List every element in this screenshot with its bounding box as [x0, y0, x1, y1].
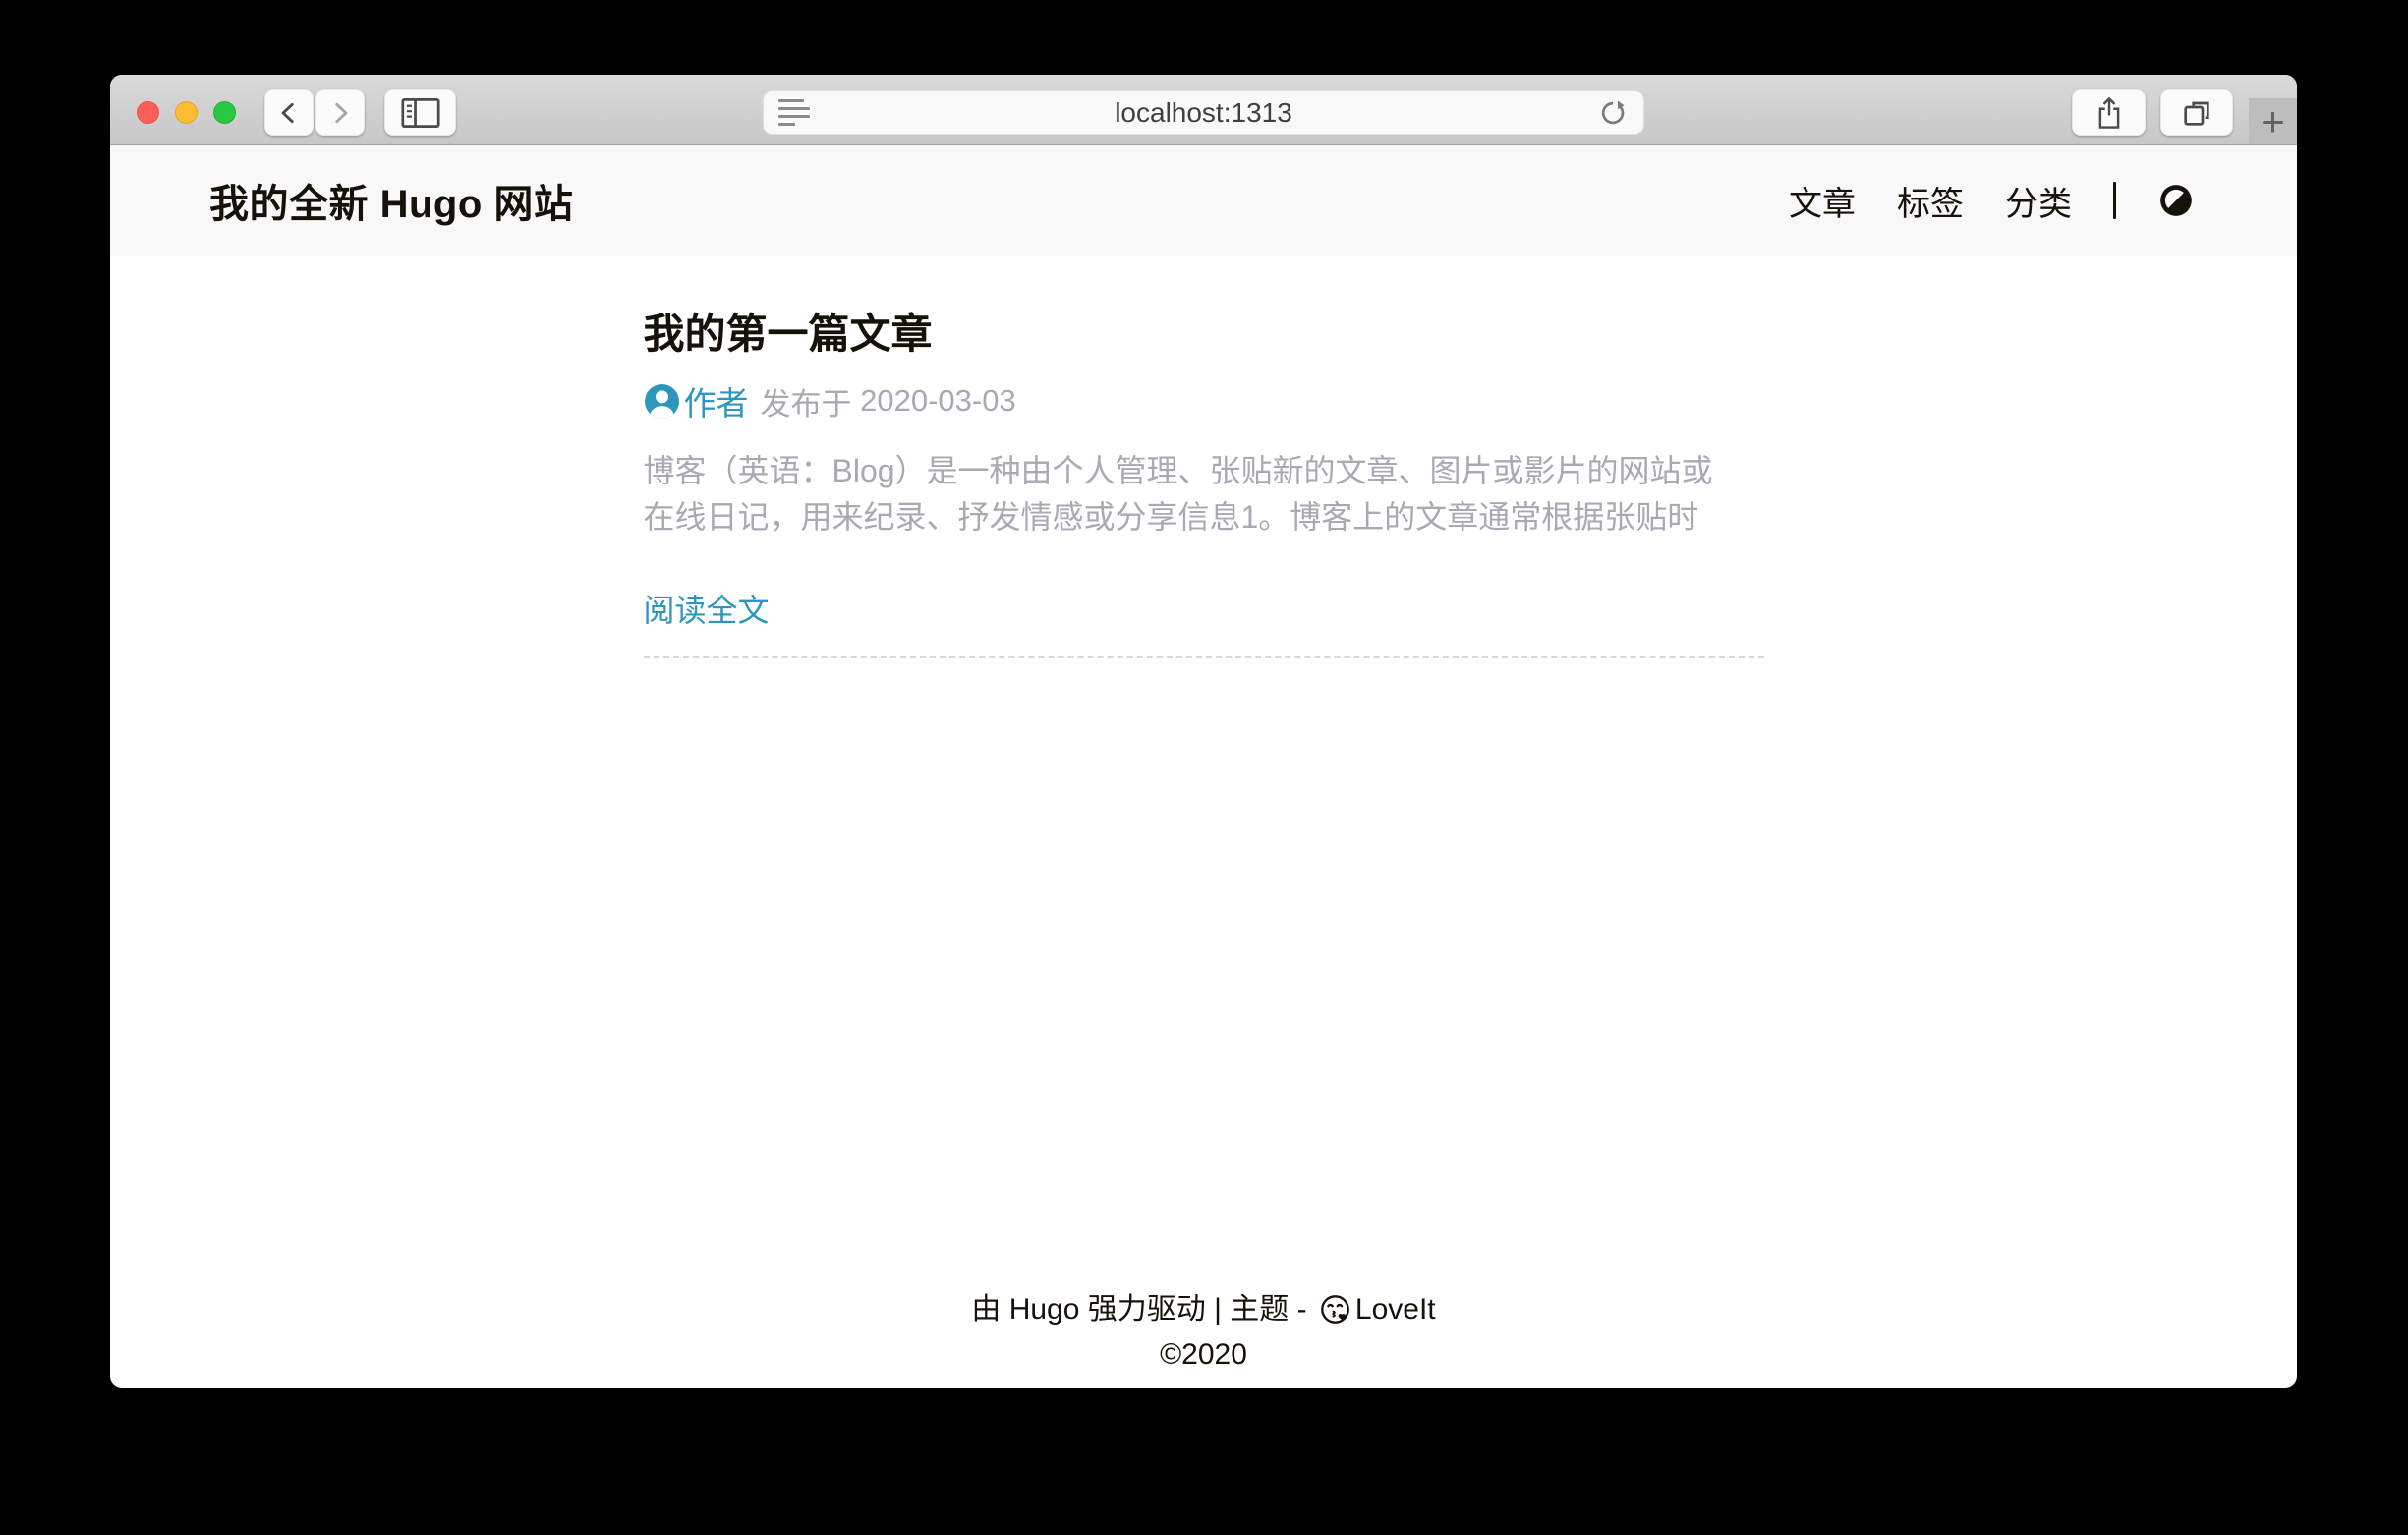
author-link[interactable]: 作者 [644, 377, 749, 425]
plus-icon: + [2261, 101, 2285, 142]
tabs-icon [2181, 97, 2212, 129]
read-more-link[interactable]: 阅读全文 [644, 586, 770, 631]
post-meta: 作者 发布于 2020-03-03 [644, 377, 1764, 425]
nav-item-posts[interactable]: 文章 [1789, 177, 1856, 225]
minimize-window-button[interactable] [175, 101, 198, 124]
author-name: 作者 [684, 377, 749, 425]
tab-overview-button[interactable] [2160, 89, 2233, 136]
summary-line: 博客（英语：Blog）是一种由个人管理、张贴新的文章、图片或影片的网站或 [644, 448, 1764, 494]
summary-line: 在线日记，用来纪录、抒发情感或分享信息1。博客上的文章通常根据张贴时 [644, 494, 1764, 540]
site-header: 我的全新 Hugo 网站 文章 标签 分类 [110, 145, 2297, 256]
browser-window: localhost:1313 + 我的全新 Hugo 网站 文章 标签 分类 [110, 75, 2297, 1388]
new-tab-button[interactable]: + [2249, 98, 2297, 144]
post-title-link[interactable]: 我的第一篇文章 [644, 313, 1764, 356]
chevron-left-icon [276, 99, 302, 127]
theme-toggle-icon[interactable] [2157, 182, 2195, 219]
forward-button[interactable] [315, 89, 365, 136]
footer-powered-line: 由 Hugo 强力驱动 | 主题 - LoveIt [110, 1287, 2297, 1333]
author-avatar-icon [644, 383, 680, 420]
published-date: 2020-03-03 [860, 383, 1016, 419]
post-summary-text: 博客（英语：Blog）是一种由个人管理、张贴新的文章、图片或影片的网站或 在线日… [644, 448, 1764, 540]
nav-divider [2113, 182, 2116, 219]
url-text: localhost:1313 [810, 97, 1597, 129]
nav-item-categories[interactable]: 分类 [2005, 177, 2072, 225]
chevron-right-icon [327, 99, 353, 127]
footer-copyright: ©2020 [110, 1333, 2297, 1378]
reader-mode-icon[interactable] [778, 99, 810, 126]
zoom-window-button[interactable] [213, 101, 236, 124]
hugo-link[interactable]: Hugo [1009, 1293, 1080, 1326]
site-footer: 由 Hugo 强力驱动 | 主题 - LoveIt ©2020 [110, 1287, 2297, 1388]
nav-item-tags[interactable]: 标签 [1897, 177, 1964, 225]
kissing-face-icon [1319, 1293, 1351, 1326]
site-title-link[interactable]: 我的全新 Hugo 网站 [209, 172, 573, 229]
sidebar-icon [401, 97, 440, 129]
site-nav: 文章 标签 分类 [1789, 177, 2195, 225]
sidebar-toggle-button[interactable] [384, 89, 456, 136]
address-bar[interactable]: localhost:1313 [763, 90, 1644, 135]
footer-prefix: 由 [971, 1293, 1001, 1326]
share-button[interactable] [2072, 89, 2146, 136]
footer-middle: 强力驱动 | 主题 - [1088, 1293, 1307, 1326]
page-content: 我的第一篇文章 作者 发布于 2020-03-03 [110, 256, 2297, 1287]
theme-link[interactable]: LoveIt [1355, 1293, 1436, 1326]
post-divider [644, 656, 1764, 658]
post-summary-card: 我的第一篇文章 作者 发布于 2020-03-03 [644, 256, 1764, 658]
back-button[interactable] [264, 89, 314, 136]
browser-toolbar: localhost:1313 + [110, 75, 2297, 145]
traffic-lights [137, 101, 236, 124]
close-window-button[interactable] [137, 101, 159, 124]
refresh-icon[interactable] [1597, 97, 1629, 129]
share-icon [2094, 96, 2124, 130]
published-label: 发布于 [761, 379, 852, 424]
